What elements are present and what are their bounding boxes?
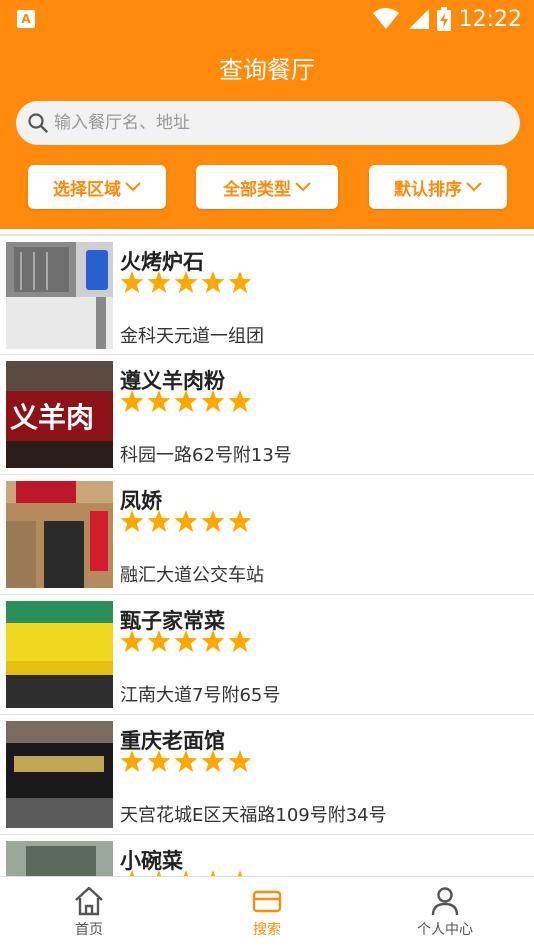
star-icon xyxy=(237,870,243,876)
sign-text: 义羊肉 xyxy=(10,401,94,434)
star-icon xyxy=(174,750,198,772)
chevron-down-icon xyxy=(466,182,482,192)
list-item[interactable]: 小碗菜 xyxy=(0,834,534,876)
search-bar[interactable] xyxy=(16,101,520,145)
list-item[interactable]: 重庆老面馆 天宫花城E区天福路109号附34号 xyxy=(0,714,534,834)
list-item[interactable]: 凤娇 融汇大道公交车站 xyxy=(0,474,534,594)
card-icon xyxy=(252,890,282,913)
nav-label-home: 首页 xyxy=(75,922,103,938)
list-item[interactable]: 火烤炉石 金科天元道一组团 xyxy=(0,234,534,354)
restaurant-photo xyxy=(6,841,113,876)
nav-label-search: 搜索 xyxy=(253,922,281,938)
star-icon xyxy=(228,630,252,652)
star-icon xyxy=(228,510,252,532)
status-bar: A 12:22 xyxy=(0,0,534,38)
nav-item-home[interactable]: 首页 xyxy=(0,877,178,950)
nav-item-search[interactable]: 搜索 xyxy=(178,877,356,950)
star-icon xyxy=(147,510,171,532)
star-icon xyxy=(120,390,144,412)
nav-label-profile: 个人中心 xyxy=(417,922,473,938)
star-icon xyxy=(120,630,144,652)
app-notification-icon: A xyxy=(17,10,35,28)
restaurant-address: 科园一路62号附13号 xyxy=(120,445,292,466)
star-icon xyxy=(201,750,225,772)
search-icon xyxy=(28,113,48,133)
star-icon xyxy=(174,390,198,412)
star-icon xyxy=(228,750,252,772)
restaurant-address: 江南大道7号附65号 xyxy=(120,685,281,706)
list-item[interactable]: 甄子家常菜 江南大道7号附65号 xyxy=(0,594,534,714)
chevron-down-icon xyxy=(125,182,141,192)
filter-sort-label: 默认排序 xyxy=(394,179,462,200)
app-root: A 12:22 查询餐厅 选择区域 全部类型 默认排序 xyxy=(0,0,534,950)
restaurant-photo xyxy=(6,242,113,349)
star-icon xyxy=(147,750,171,772)
battery-icon xyxy=(436,7,451,31)
home-icon xyxy=(75,886,103,916)
star-icon xyxy=(183,870,189,876)
star-icon xyxy=(228,271,252,293)
star-icon xyxy=(174,630,198,652)
status-time: 12:22 xyxy=(458,6,522,32)
nav-item-profile[interactable]: 个人中心 xyxy=(356,877,534,950)
restaurant-address: 金科天元道一组团 xyxy=(120,326,264,347)
list-item[interactable]: 义羊肉 遵义羊肉粉 科园一路62号附13号 xyxy=(0,354,534,474)
header: A 12:22 查询餐厅 选择区域 全部类型 默认排序 xyxy=(0,0,534,229)
star-icon xyxy=(201,390,225,412)
rating-stars xyxy=(120,749,252,775)
star-icon xyxy=(174,271,198,293)
rating-stars xyxy=(120,270,252,296)
star-icon xyxy=(201,271,225,293)
chevron-down-icon xyxy=(295,182,311,192)
status-right: 12:22 xyxy=(372,4,522,34)
star-icon xyxy=(156,870,162,876)
restaurant-photo xyxy=(6,601,113,708)
star-icon xyxy=(228,390,252,412)
star-icon xyxy=(120,271,144,293)
star-icon xyxy=(120,750,144,772)
bottom-nav: 首页 搜索 个人中心 xyxy=(0,876,534,950)
signal-icon xyxy=(408,9,429,29)
star-icon xyxy=(147,271,171,293)
search-input[interactable] xyxy=(54,113,494,133)
star-icon xyxy=(210,870,216,876)
filter-sort-button[interactable]: 默认排序 xyxy=(369,165,507,209)
star-icon xyxy=(147,390,171,412)
rating-stars xyxy=(120,389,252,415)
filter-area-button[interactable]: 选择区域 xyxy=(28,165,166,209)
star-icon xyxy=(201,630,225,652)
wifi-icon xyxy=(372,8,399,29)
filter-type-label: 全部类型 xyxy=(223,179,291,200)
star-icon xyxy=(129,870,135,876)
restaurant-photo xyxy=(6,721,113,828)
filter-type-button[interactable]: 全部类型 xyxy=(196,165,338,209)
star-icon xyxy=(201,510,225,532)
rating-stars xyxy=(120,869,252,876)
restaurant-photo: 义羊肉 xyxy=(6,361,113,468)
rating-stars xyxy=(120,509,252,535)
restaurant-address: 天宫花城E区天福路109号附34号 xyxy=(120,805,387,826)
star-icon xyxy=(120,510,144,532)
star-icon xyxy=(174,510,198,532)
rating-stars xyxy=(120,629,252,655)
user-icon xyxy=(431,887,459,916)
restaurant-list: 火烤炉石 金科天元道一组团 义羊肉 遵义羊肉粉 科园一路62号附13号 凤娇 融… xyxy=(0,234,534,876)
restaurant-photo xyxy=(6,481,113,588)
page-title: 查询餐厅 xyxy=(219,56,315,84)
star-icon xyxy=(147,630,171,652)
filter-area-label: 选择区域 xyxy=(53,179,121,200)
restaurant-address: 融汇大道公交车站 xyxy=(120,565,264,586)
